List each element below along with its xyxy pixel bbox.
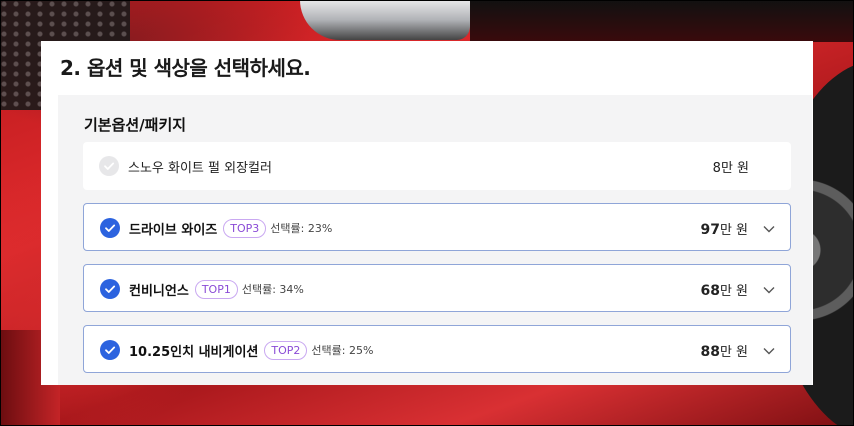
option-price: 88만 원 (700, 344, 748, 360)
option-item-exterior-color: 스노우 화이트 펄 외장컬러 8만 원 (83, 142, 791, 190)
selection-rate: 선택률: 34% (241, 283, 304, 296)
top-rank-badge: TOP2 (264, 340, 308, 360)
option-item-convenience[interactable]: 컨비니언스 TOP1 선택률: 34% 68만 원 (83, 264, 791, 312)
option-name: 10.25인치 내비게이션 (129, 344, 259, 360)
option-name: 컨비니언스 (129, 283, 189, 299)
top-rank-badge: TOP3 (223, 218, 267, 238)
basic-options-group: 기본옵션/패키지 스노우 화이트 펄 외장컬러 8만 원 드라이브 와이즈 TO… (58, 95, 812, 385)
check-circle-icon (99, 156, 119, 176)
options-panel: 2. 옵션 및 색상을 선택하세요. 기본옵션/패키지 스노우 화이트 펄 외장… (41, 41, 813, 385)
car-headlight (300, 0, 470, 40)
check-circle-icon[interactable] (100, 279, 120, 299)
chevron-down-icon[interactable] (762, 282, 776, 301)
option-item-navigation[interactable]: 10.25인치 내비게이션 TOP2 선택률: 25% 88만 원 (83, 325, 791, 373)
top-rank-badge: TOP1 (194, 279, 238, 299)
check-circle-icon[interactable] (100, 218, 120, 238)
option-price: 97만 원 (700, 222, 748, 238)
chevron-down-icon[interactable] (762, 343, 776, 362)
option-name: 드라이브 와이즈 (129, 222, 218, 238)
chevron-down-icon[interactable] (762, 221, 776, 240)
option-price: 68만 원 (700, 283, 748, 299)
option-price: 8만 원 (712, 161, 749, 176)
option-item-drive-wise[interactable]: 드라이브 와이즈 TOP3 선택률: 23% 97만 원 (83, 203, 791, 251)
option-name: 스노우 화이트 펄 외장컬러 (128, 161, 272, 176)
selection-rate: 선택률: 25% (311, 344, 374, 357)
car-shadow (470, 0, 854, 42)
check-circle-icon[interactable] (100, 340, 120, 360)
group-title: 기본옵션/패키지 (84, 116, 187, 134)
section-title: 2. 옵션 및 색상을 선택하세요. (60, 56, 311, 80)
selection-rate: 선택률: 23% (270, 222, 333, 235)
